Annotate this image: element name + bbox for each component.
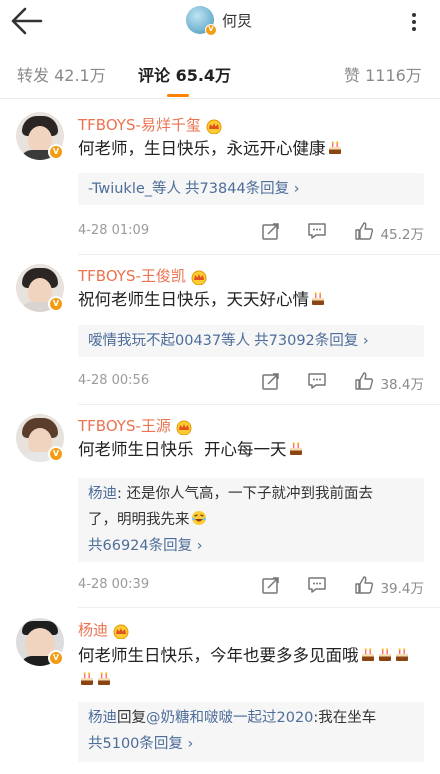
reply-preview-box[interactable]: 嗳情我玩不起00437等人 共73092条回复 › — [78, 325, 424, 357]
comment-meta-row: 4-28 01:09 45.2万 — [78, 221, 424, 243]
tab-reposts[interactable]: 转发 42.1万 — [17, 62, 106, 86]
reply-summary-line: 共5100条回复 › — [78, 731, 424, 757]
verified-badge-icon: V — [48, 446, 64, 462]
reply-mention[interactable]: @奶糖和啵啵一起过2020 — [146, 710, 313, 726]
comment-time: 4-28 00:39 — [78, 577, 150, 592]
reply-content: : 还是你人气高，一下子就冲到我前面去 — [117, 486, 373, 502]
like-count: 38.4万 — [380, 377, 424, 393]
crown-badge-icon — [113, 624, 129, 639]
reply-prefix: 嗳情我玩不起00437等人 — [88, 333, 251, 349]
verified-badge-icon: V — [48, 144, 64, 160]
nav-avatar[interactable]: V — [186, 6, 217, 36]
nav-title-group[interactable]: V 何炅 — [186, 4, 252, 36]
comment-text: 何老师，生日快乐，永远开心健康 — [78, 136, 343, 162]
comment-username[interactable]: TFBOYS-王俊凯 — [78, 265, 208, 286]
cake-emoji-icon — [312, 292, 324, 305]
reply-preview-box[interactable]: 杨迪回复@奶糖和啵啵一起过2020:我在坐车 共5100条回复 › — [78, 702, 424, 762]
username-text: 杨迪 — [78, 621, 109, 639]
cake-emoji-icon — [289, 442, 302, 455]
reply-preview-box[interactable]: 杨迪: 还是你人气高，一下子就冲到我前面去 了，明明我先来 共66924条回复 … — [78, 478, 424, 562]
detail-tabs: 转发 42.1万 评论 65.4万 赞 1116万 — [0, 46, 440, 98]
comment-divider — [78, 607, 440, 608]
comment-meta-row: 4-28 00:39 39.4万 — [78, 575, 424, 597]
reply-preview-box[interactable]: -Twiukle_等人 共73844条回复 › — [78, 173, 424, 205]
comment-text-body: 祝何老师生日快乐，天天好心情 — [78, 290, 309, 309]
reply-summary-line: -Twiukle_等人 共73844条回复 › — [78, 176, 424, 202]
crown-badge-icon — [191, 270, 207, 285]
share-icon[interactable] — [261, 371, 281, 391]
reply-preview-line: 杨迪回复@奶糖和啵啵一起过2020:我在坐车 — [78, 705, 424, 731]
comment-divider — [78, 254, 440, 255]
top-nav-bar: V 何炅 — [0, 0, 440, 44]
username-text: TFBOYS-王源 — [78, 417, 171, 435]
crown-badge-icon — [176, 420, 192, 435]
thumbs-up-icon[interactable] — [354, 221, 374, 241]
comment-icon[interactable] — [307, 371, 327, 391]
nav-title: 何炅 — [222, 11, 253, 30]
reply-summary-line: 共66924条回复 › — [78, 533, 424, 559]
reply-count-link[interactable]: 共5100条回复 › — [88, 736, 193, 752]
thumbs-up-icon[interactable] — [354, 575, 374, 595]
reply-verb: 回复 — [117, 710, 146, 726]
cake-emoji-icon — [81, 672, 93, 685]
verified-badge-icon: V — [205, 24, 217, 36]
tab-comments[interactable]: 评论 65.4万 — [138, 62, 231, 86]
reply-count-link[interactable]: 共66924条回复 › — [88, 538, 203, 554]
comment-icon[interactable] — [307, 575, 327, 595]
like-count: 39.4万 — [380, 581, 424, 597]
reply-prefix: -Twiukle_等人 — [88, 181, 182, 197]
comment-meta-row: 4-28 00:56 38.4万 — [78, 371, 424, 393]
cake-emoji-icon — [395, 648, 408, 661]
active-tab-indicator — [167, 94, 189, 97]
laugh-cry-emoji-icon — [191, 511, 206, 525]
cake-emoji-icon — [378, 648, 391, 661]
reply-count-link[interactable]: 共73844条回复 › — [185, 181, 300, 197]
comment-text-body: 何老师，生日快乐，永远开心健康 — [78, 139, 326, 158]
comment-username[interactable]: TFBOYS-易烊千玺 — [78, 114, 223, 135]
crown-badge-icon — [206, 119, 222, 134]
comment-text: 何老师生日快乐，今年也要多多见面哦 — [78, 643, 410, 669]
cake-emoji-icon — [98, 672, 110, 685]
comment-divider — [78, 404, 440, 405]
tabs-divider — [0, 98, 440, 99]
comment-time: 4-28 01:09 — [78, 223, 150, 238]
username-text: TFBOYS-王俊凯 — [78, 267, 186, 285]
comment-text: 何老师生日快乐 开心每一天 — [78, 437, 304, 463]
share-icon[interactable] — [261, 221, 281, 241]
reply-summary-line: 嗳情我玩不起00437等人 共73092条回复 › — [78, 328, 424, 354]
thumbs-up-icon[interactable] — [354, 371, 374, 391]
verified-badge-icon: V — [48, 296, 64, 312]
share-icon[interactable] — [261, 575, 281, 595]
verified-badge-icon: V — [48, 650, 64, 666]
comment-text: 祝何老师生日快乐，天天好心情 — [78, 287, 326, 313]
reply-content: 了，明明我先来 — [88, 512, 190, 528]
cake-emoji-icon — [328, 141, 341, 154]
comment-time: 4-28 00:56 — [78, 373, 150, 388]
reply-preview-line: 杨迪: 还是你人气高，一下子就冲到我前面去 — [78, 481, 424, 507]
more-dots-icon[interactable] — [404, 12, 424, 32]
comment-username[interactable]: TFBOYS-王源 — [78, 415, 193, 436]
comment-icon[interactable] — [307, 221, 327, 241]
username-text: TFBOYS-易烊千玺 — [78, 116, 201, 134]
reply-content: :我在坐车 — [313, 710, 377, 726]
comment-text-body: 何老师生日快乐，今年也要多多见面哦 — [78, 646, 359, 665]
cake-emoji-icon — [361, 648, 374, 661]
reply-count-link[interactable]: 共73092条回复 › — [254, 333, 369, 349]
comment-username[interactable]: 杨迪 — [78, 619, 130, 640]
reply-author[interactable]: 杨迪 — [88, 710, 117, 726]
arrow-left-icon[interactable] — [10, 6, 44, 36]
comment-text-line2 — [78, 667, 112, 693]
like-count: 45.2万 — [380, 227, 424, 243]
comment-text-body: 何老师生日快乐 开心每一天 — [78, 440, 287, 459]
tab-likes[interactable]: 赞 1116万 — [344, 62, 422, 86]
reply-author[interactable]: 杨迪 — [88, 486, 117, 502]
reply-preview-line: 了，明明我先来 — [78, 507, 424, 533]
